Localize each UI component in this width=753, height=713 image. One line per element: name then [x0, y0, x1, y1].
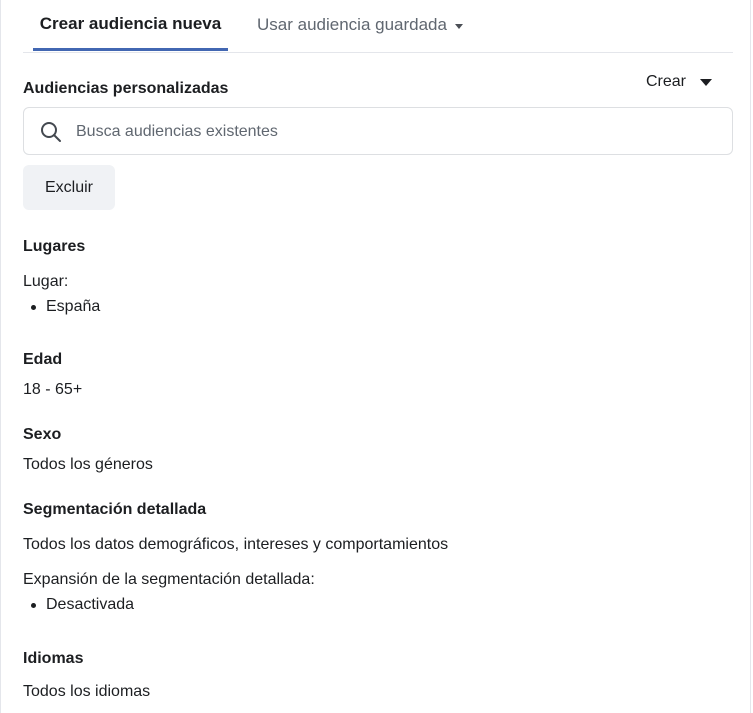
create-dropdown-button[interactable]: Crear — [646, 73, 713, 91]
locations-title: Lugares — [23, 238, 86, 255]
location-value: España — [46, 298, 101, 315]
search-icon — [41, 122, 61, 142]
list-item: Desactivada — [31, 596, 134, 614]
tab-create-new-audience[interactable]: Crear audiencia nueva — [33, 0, 228, 51]
audience-panel: Crear audiencia nueva Usar audiencia gua… — [0, 0, 751, 713]
age-title: Edad — [23, 351, 63, 368]
detailed-targeting-title: Segmentación detallada — [23, 501, 207, 518]
audience-tabs: Crear audiencia nueva Usar audiencia gua… — [23, 0, 733, 53]
search-box — [23, 107, 733, 155]
languages-value: Todos los idiomas — [23, 683, 151, 700]
caret-down-icon — [700, 78, 713, 86]
audience-search-input[interactable] — [74, 116, 718, 148]
tab-create-new-label: Crear audiencia nueva — [39, 14, 222, 33]
exclude-button[interactable]: Excluir — [23, 165, 115, 210]
tab-use-saved-audience[interactable]: Usar audiencia guardada — [257, 0, 463, 50]
expansion-label: Expansión de la segmentación detallada: — [23, 571, 315, 588]
gender-value: Todos los géneros — [23, 456, 153, 473]
list-item: España — [31, 298, 100, 316]
detailed-targeting-value: Todos los datos demográficos, intereses … — [23, 536, 449, 553]
tab-use-saved-label: Usar audiencia guardada — [257, 15, 447, 34]
gender-title: Sexo — [23, 426, 62, 443]
age-value: 18 - 65+ — [23, 381, 83, 398]
create-label: Crear — [646, 73, 687, 90]
bullet-icon — [31, 602, 36, 608]
caret-down-icon — [454, 23, 463, 29]
languages-title: Idiomas — [23, 650, 84, 667]
bullet-icon — [31, 304, 36, 310]
expansion-value: Desactivada — [46, 596, 135, 613]
location-label: Lugar: — [23, 273, 69, 290]
custom-audiences-title: Audiencias personalizadas — [23, 80, 229, 97]
